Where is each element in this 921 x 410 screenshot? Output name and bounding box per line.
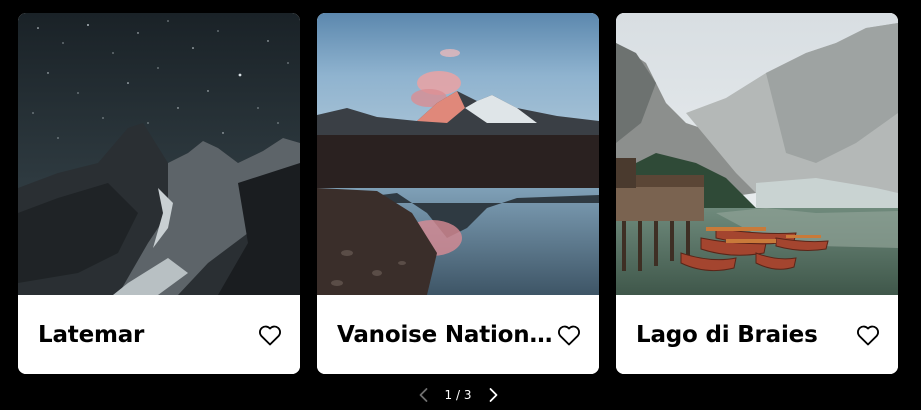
card-lago-di-braies[interactable]: Lago di Braies	[616, 13, 898, 374]
alpine-lake-reflection-photo	[317, 13, 599, 295]
heart-outline-icon[interactable]	[258, 324, 282, 346]
image-carousel: Latemar Vanoise Nationa... Lago di Braie…	[0, 0, 921, 410]
card-vanoise[interactable]: Vanoise Nationa...	[317, 13, 599, 374]
heart-outline-icon[interactable]	[557, 324, 581, 346]
card-footer: Vanoise Nationa...	[317, 295, 599, 374]
lake-boats-dock-photo	[616, 13, 898, 295]
card-latemar[interactable]: Latemar	[18, 13, 300, 374]
card-footer: Latemar	[18, 295, 300, 374]
starry-night-mountain-photo	[18, 13, 300, 295]
card-title: Latemar	[38, 322, 145, 348]
heart-outline-icon[interactable]	[856, 324, 880, 346]
card-title: Lago di Braies	[636, 322, 818, 348]
carousel-pagination: 1 / 3	[0, 383, 921, 407]
page-indicator: 1 / 3	[444, 388, 472, 402]
chevron-right-icon[interactable]	[483, 385, 503, 405]
card-footer: Lago di Braies	[616, 295, 898, 374]
chevron-left-icon[interactable]	[414, 385, 434, 405]
card-title: Vanoise Nationa...	[337, 322, 555, 348]
